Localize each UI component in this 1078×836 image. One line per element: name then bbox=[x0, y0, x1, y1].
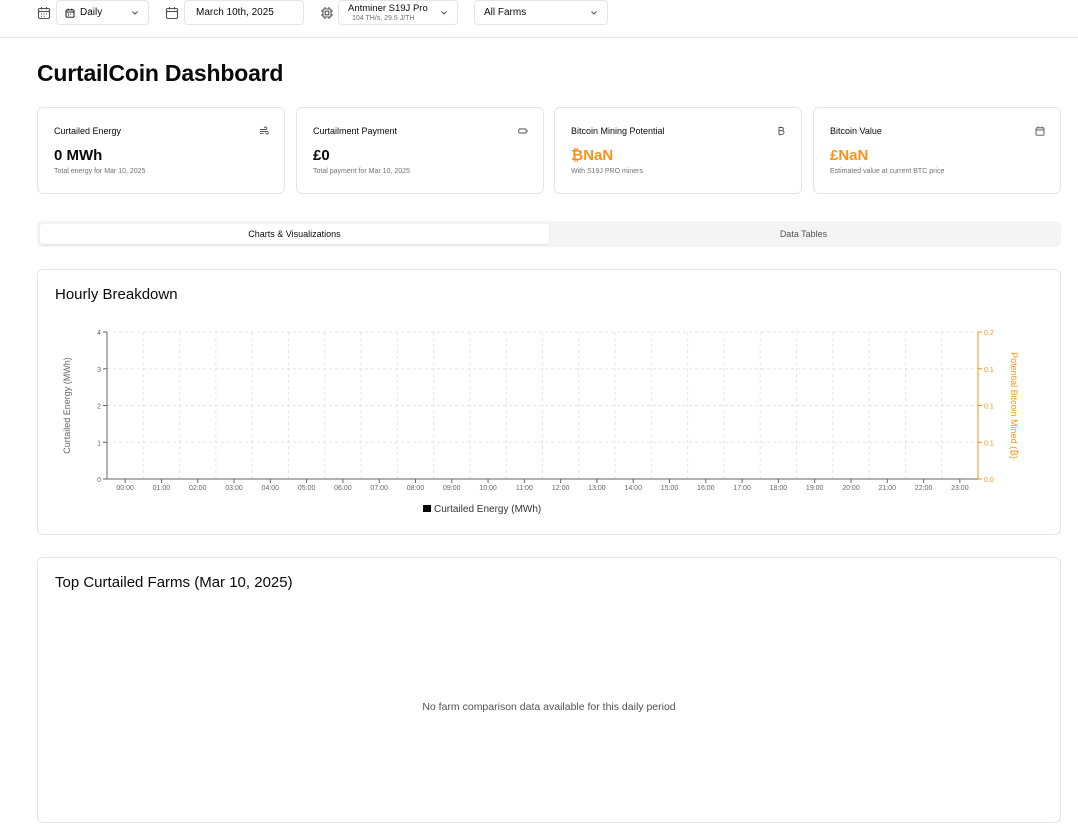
card-value: £0 bbox=[313, 147, 330, 164]
x-tick-label: 00:00 bbox=[116, 485, 134, 492]
y-right-tick-label: 0.1 bbox=[984, 367, 994, 374]
top-toolbar: Daily March 10th, 2025 Antminer S19J Pro… bbox=[0, 0, 1078, 38]
x-tick-label: 12:00 bbox=[552, 485, 570, 492]
x-tick-label: 06:00 bbox=[334, 485, 352, 492]
x-tick-label: 01:00 bbox=[153, 485, 171, 492]
bitcoin-icon bbox=[778, 126, 785, 136]
calendar-icon bbox=[165, 7, 179, 20]
x-tick-label: 16:00 bbox=[697, 485, 715, 492]
calendar-grid-icon bbox=[37, 7, 51, 20]
calendar-icon bbox=[65, 8, 75, 18]
x-tick-label: 18:00 bbox=[770, 485, 788, 492]
legend-label: Curtailed Energy (MWh) bbox=[434, 504, 541, 515]
x-tick-label: 22:00 bbox=[915, 485, 933, 492]
y-tick-label: 3 bbox=[97, 367, 101, 374]
x-tick-label: 23:00 bbox=[951, 485, 969, 492]
card-value: £NaN bbox=[830, 147, 869, 164]
calendar-icon bbox=[1035, 126, 1045, 136]
cpu-icon bbox=[321, 7, 333, 19]
view-tabs: Charts & Visualizations Data Tables bbox=[37, 221, 1061, 247]
x-tick-label: 14:00 bbox=[624, 485, 642, 492]
card-label: Curtailed Energy bbox=[54, 126, 122, 136]
chevron-down-icon bbox=[591, 11, 597, 15]
farm-value: All Farms bbox=[484, 7, 527, 18]
wind-icon bbox=[260, 126, 269, 135]
x-tick-label: 03:00 bbox=[225, 485, 243, 492]
card-value: ₿NaN bbox=[571, 147, 614, 164]
tab-charts[interactable]: Charts & Visualizations bbox=[40, 224, 549, 244]
hourly-chart: 0 0.0 1 0.1 2 0.1 3 0.1 4 0.2 00:00 01:00 02:00 03:00… bbox=[62, 330, 1019, 515]
x-tick-label: 02:00 bbox=[189, 485, 207, 492]
card-description: With S19J PRO miners bbox=[571, 168, 643, 175]
card-description: Total payment for Mar 10, 2025 bbox=[313, 168, 410, 175]
hourly-breakdown-panel: Hourly Breakdown 0 0.0 1 0.1 2 0.1 3 0.1 4 0.2 00:… bbox=[37, 269, 1061, 535]
y-right-axis-label: Potential Bitcoin Mined (₿) bbox=[1009, 352, 1019, 459]
y-tick-label: 2 bbox=[97, 404, 101, 411]
x-tick-label: 05:00 bbox=[298, 485, 316, 492]
date-value: March 10th, 2025 bbox=[196, 7, 274, 18]
battery-icon bbox=[518, 128, 528, 134]
chevron-down-icon bbox=[132, 11, 138, 15]
empty-state-message: No farm comparison data available for th… bbox=[422, 701, 676, 713]
curtailed-energy-card: Curtailed Energy 0 MWh Total energy for … bbox=[37, 107, 285, 194]
period-value: Daily bbox=[80, 7, 103, 18]
card-label: Curtailment Payment bbox=[313, 126, 398, 136]
x-tick-label: 19:00 bbox=[806, 485, 824, 492]
card-value: 0 MWh bbox=[54, 147, 103, 164]
miner-specs: 104 TH/s, 29.5 J/TH bbox=[352, 14, 415, 22]
card-description: Total energy for Mar 10, 2025 bbox=[54, 168, 146, 175]
x-tick-label: 07:00 bbox=[370, 485, 388, 492]
card-label: Bitcoin Mining Potential bbox=[571, 126, 665, 136]
page-title: CurtailCoin Dashboard bbox=[37, 60, 284, 86]
top-farms-panel: Top Curtailed Farms (Mar 10, 2025) No fa… bbox=[37, 557, 1061, 823]
curtailment-payment-card: Curtailment Payment £0 Total payment for… bbox=[296, 107, 544, 194]
legend-swatch bbox=[423, 505, 431, 512]
bitcoin-value-card: Bitcoin Value £NaN Estimated value at cu… bbox=[813, 107, 1061, 194]
y-right-tick-label: 0.1 bbox=[984, 404, 994, 411]
x-tick-label: 20:00 bbox=[842, 485, 860, 492]
bitcoin-mining-potential-card: Bitcoin Mining Potential ₿NaN With S19J … bbox=[554, 107, 802, 194]
x-tick-label: 08:00 bbox=[407, 485, 425, 492]
farm-select[interactable]: All Farms bbox=[474, 0, 608, 25]
miner-select[interactable]: Antminer S19J Pro 104 TH/s, 29.5 J/TH bbox=[338, 0, 458, 25]
x-tick-label: 04:00 bbox=[262, 485, 280, 492]
tab-data-tables[interactable]: Data Tables bbox=[549, 224, 1058, 244]
y-axis-label: Curtailed Energy (MWh) bbox=[62, 357, 72, 454]
period-select[interactable]: Daily bbox=[56, 0, 149, 25]
x-tick-label: 11:00 bbox=[516, 485, 533, 492]
y-tick-label: 0 bbox=[97, 477, 101, 484]
x-tick-label: 09:00 bbox=[443, 485, 461, 492]
y-tick-label: 1 bbox=[97, 440, 101, 447]
card-label: Bitcoin Value bbox=[830, 126, 882, 136]
chevron-down-icon bbox=[441, 11, 447, 15]
date-picker[interactable]: March 10th, 2025 bbox=[184, 0, 304, 25]
card-description: Estimated value at current BTC price bbox=[830, 168, 945, 175]
y-right-tick-label: 0.0 bbox=[984, 477, 994, 484]
x-tick-label: 10:00 bbox=[479, 485, 497, 492]
miner-name: Antminer S19J Pro bbox=[348, 2, 428, 14]
y-tick-label: 4 bbox=[97, 330, 101, 337]
x-tick-label: 17:00 bbox=[733, 485, 751, 492]
x-tick-label: 21:00 bbox=[879, 485, 897, 492]
x-tick-label: 13:00 bbox=[588, 485, 606, 492]
y-right-tick-label: 0.1 bbox=[984, 440, 994, 447]
y-right-tick-label: 0.2 bbox=[984, 330, 994, 337]
x-tick-label: 15:00 bbox=[661, 485, 679, 492]
panel-title: Top Curtailed Farms (Mar 10, 2025) bbox=[55, 574, 293, 591]
